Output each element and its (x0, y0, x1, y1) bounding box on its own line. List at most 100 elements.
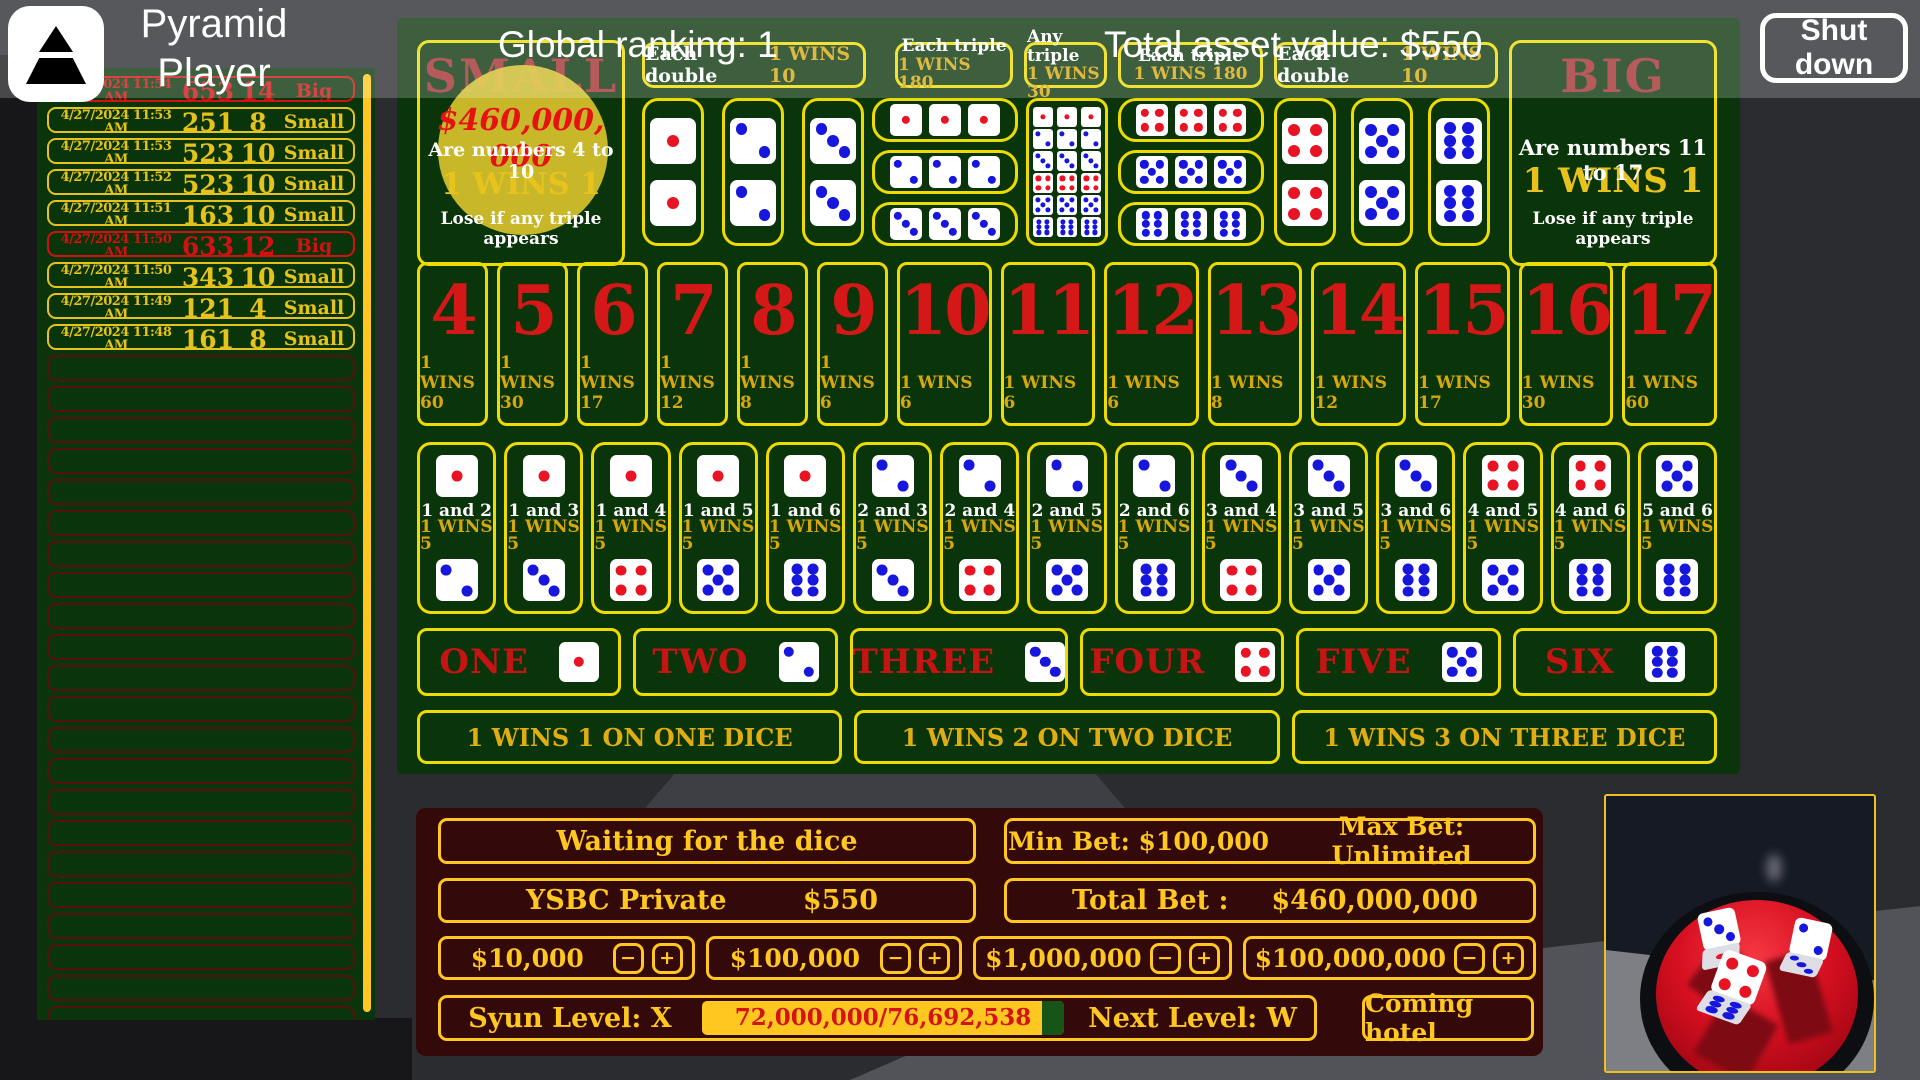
pip (901, 219, 911, 229)
die-3-icon (968, 208, 1000, 240)
pip (1155, 108, 1164, 117)
die-3-icon (1307, 454, 1350, 497)
bet-double-1[interactable] (642, 98, 704, 246)
bet-double-2[interactable] (722, 98, 784, 246)
next-level-label: Next Level: W (1088, 1002, 1297, 1034)
bet-combo-5-6[interactable]: 5 and 61 WINS 5 (1637, 442, 1718, 614)
chip-10k-plus-button[interactable]: + (651, 942, 683, 974)
bet-number-5[interactable]: 51 WINS 30 (496, 262, 568, 426)
chip-10k[interactable]: $10,000− + (438, 936, 695, 980)
total-asset-value: Total asset value: $550 (1104, 24, 1483, 65)
bet-combo-3-6[interactable]: 3 and 61 WINS 5 (1376, 442, 1456, 614)
pip (1387, 208, 1400, 221)
bet-combo-2-6[interactable]: 2 and 61 WINS 5 (1114, 442, 1194, 614)
bet-number-17[interactable]: 17 1 WINS 60 (1622, 262, 1718, 426)
chip-1m-minus-button[interactable]: − (1149, 942, 1181, 974)
bet-combo-4-6[interactable]: 4 and 61 WINS 5 (1550, 442, 1630, 614)
room-name: YSBC Private (526, 885, 727, 916)
pip (1418, 586, 1430, 597)
bet-number-7[interactable]: 71 WINS 12 (656, 262, 728, 426)
pip (1069, 207, 1075, 213)
chip-100k[interactable]: $100,000− + (705, 936, 963, 980)
history-row: 4/27/2024 11:49 AM 121 4 Small (47, 293, 355, 321)
chip-1m[interactable]: $1,000,000− + (973, 936, 1232, 980)
chip-100k-plus-button[interactable]: + (919, 942, 951, 974)
history-scrollbar[interactable] (363, 74, 371, 1012)
bet-double-4[interactable] (1274, 98, 1336, 246)
bet-combo-1-3[interactable]: 1 and 31 WINS 5 (504, 442, 584, 614)
bet-header-each-triple-left[interactable]: Each triple 1 WINS 180 (895, 37, 1013, 92)
pip (971, 211, 981, 221)
combo-odds: 1 WINS 5 (1640, 517, 1714, 555)
chip-1m-plus-button[interactable]: + (1188, 942, 1220, 974)
bet-triple-3[interactable] (872, 202, 1018, 246)
big-range: Are numbers 11 to 17 (1518, 135, 1708, 185)
bet-any-triple[interactable] (1026, 98, 1108, 246)
bet-double-3[interactable] (802, 98, 864, 246)
bet-combo-1-5[interactable]: 1 and 51 WINS 5 (678, 442, 758, 614)
bet-number-14[interactable]: 14 1 WINS 12 (1311, 262, 1407, 426)
bet-single-5[interactable]: FIVE (1296, 628, 1501, 696)
bet-combo-1-6[interactable]: 1 and 61 WINS 5 (765, 442, 846, 614)
pip (1667, 656, 1678, 668)
pip (1309, 186, 1322, 199)
pip (1156, 574, 1168, 586)
bet-number-15[interactable]: 15 1 WINS 17 (1415, 262, 1510, 426)
pip (1219, 211, 1229, 220)
chip-100k-minus-button[interactable]: − (880, 942, 912, 974)
coming-hotel-button[interactable]: Coming hotel (1362, 989, 1534, 1047)
pip (1147, 167, 1157, 177)
bet-number-10[interactable]: 10 1 WINS 6 (896, 262, 992, 426)
bet-small[interactable]: SMALL $460,000,000 Are numbers 4 to 10 1… (417, 40, 625, 266)
chip-100m-plus-button[interactable]: + (1493, 942, 1524, 974)
bet-triple-1[interactable] (872, 98, 1018, 142)
single-label: ONE (439, 642, 529, 682)
number-label: 12 (1107, 271, 1199, 351)
bet-combo-3-4[interactable]: 3 and 41 WINS 5 (1201, 442, 1282, 614)
die-4-icon (1569, 454, 1612, 497)
combo-bets-row: 1 and 21 WINS 51 and 31 WINS 51 and 41 W… (417, 442, 1718, 614)
shutdown-button[interactable]: Shut down (1760, 13, 1908, 83)
chip-10k-minus-button[interactable]: − (612, 942, 644, 974)
bet-number-9[interactable]: 91 WINS 6 (816, 262, 888, 426)
number-label: 7 (670, 271, 717, 351)
pip (1387, 145, 1400, 158)
bet-number-6[interactable]: 61 WINS 17 (576, 262, 648, 426)
bet-single-1[interactable]: ONE (417, 628, 622, 696)
bet-header-any-triple[interactable]: Any triple 1 WINS 30 (1024, 28, 1107, 101)
die-5-icon (1046, 559, 1089, 602)
bet-combo-2-5[interactable]: 2 and 51 WINS 5 (1027, 442, 1107, 614)
pip (876, 564, 888, 576)
bet-single-3[interactable]: THREE (849, 628, 1069, 696)
bet-number-4[interactable]: 41 WINS 60 (417, 262, 488, 426)
bet-triple-4[interactable] (1118, 98, 1264, 142)
bet-combo-4-5[interactable]: 4 and 51 WINS 5 (1463, 442, 1543, 614)
bet-combo-2-3[interactable]: 2 and 31 WINS 5 (853, 442, 933, 614)
bet-combo-1-4[interactable]: 1 and 41 WINS 5 (591, 442, 671, 614)
chip-100m-minus-button[interactable]: − (1454, 942, 1485, 974)
bet-number-12[interactable]: 12 1 WINS 6 (1104, 262, 1199, 426)
bet-combo-2-4[interactable]: 2 and 41 WINS 5 (940, 442, 1020, 614)
bet-combo-3-5[interactable]: 3 and 51 WINS 5 (1289, 442, 1369, 614)
small-note: Lose if any triple appears (440, 209, 602, 249)
bet-big[interactable]: BIG Are numbers 11 to 17 1 WINS 1 Lose i… (1509, 40, 1717, 266)
bet-double-6[interactable] (1428, 98, 1490, 246)
bet-triple-5[interactable] (1118, 150, 1264, 194)
pip (807, 586, 819, 597)
bet-number-11[interactable]: 11 1 WINS 6 (1000, 262, 1096, 426)
history-row-empty (47, 727, 355, 753)
pip (1059, 197, 1065, 203)
bet-number-16[interactable]: 16 1 WINS 30 (1518, 262, 1614, 426)
chip-100m[interactable]: $100,000,000− + (1242, 936, 1536, 980)
pip (1061, 574, 1073, 586)
bet-triple-6[interactable] (1118, 202, 1264, 246)
bet-single-2[interactable]: TWO (633, 628, 838, 696)
bet-single-6[interactable]: SIX (1512, 628, 1717, 696)
bet-double-5[interactable] (1351, 98, 1413, 246)
bet-single-4[interactable]: FOUR (1080, 628, 1285, 696)
pip (1225, 459, 1237, 471)
bet-triple-2[interactable] (872, 150, 1018, 194)
bet-number-8[interactable]: 81 WINS 8 (736, 262, 808, 426)
bet-number-13[interactable]: 13 1 WINS 8 (1207, 262, 1303, 426)
bet-combo-1-2[interactable]: 1 and 21 WINS 5 (417, 442, 497, 614)
